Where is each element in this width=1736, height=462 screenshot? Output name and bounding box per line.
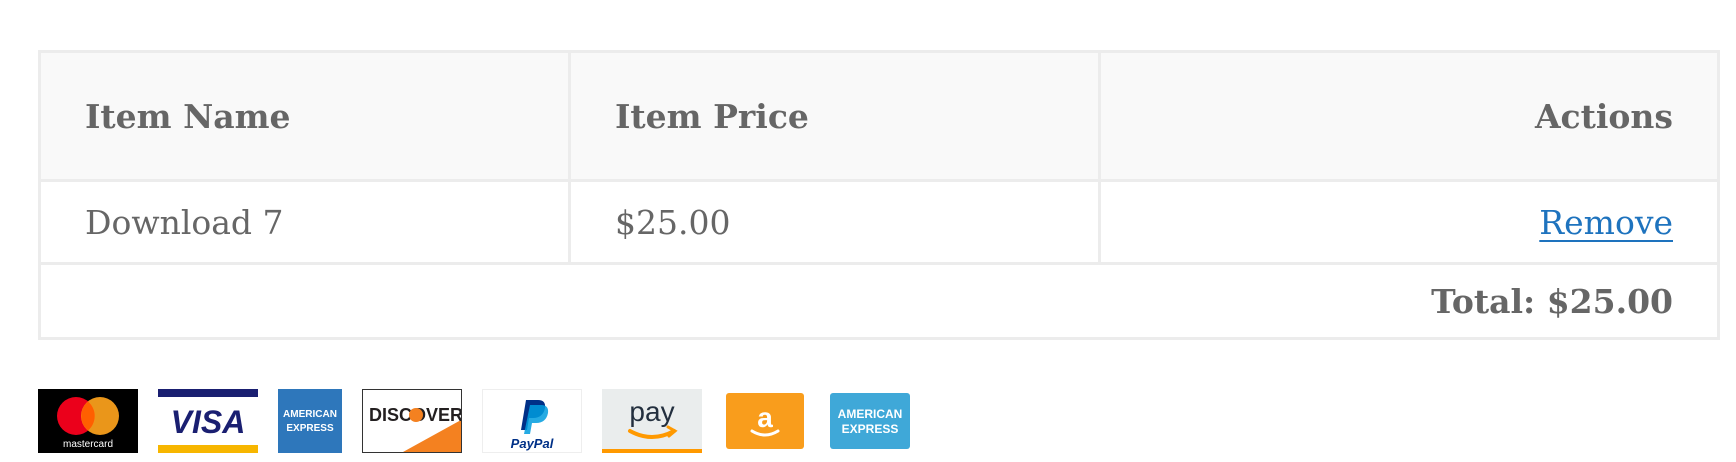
mastercard-label: mastercard <box>63 439 113 450</box>
amazon-icon: a <box>726 393 804 449</box>
mastercard-icon: mastercard <box>38 389 138 453</box>
american-express-icon: AMERICAN EXPRESS <box>278 389 342 453</box>
paypal-label: PayPal <box>511 436 554 451</box>
table-row: Download 7 $25.00 Remove <box>38 179 1720 265</box>
amex-label-2: EXPRESS <box>286 423 334 434</box>
visa-label: VISA <box>171 404 246 440</box>
header-row: Item Name Item Price Actions <box>38 50 1720 182</box>
amazon-pay-label: pay <box>629 396 674 427</box>
header-actions: Actions <box>1098 50 1720 182</box>
remove-link[interactable]: Remove <box>1539 203 1673 242</box>
amazon-pay-icon: pay <box>602 389 702 453</box>
amex2-label-1: AMERICAN <box>838 407 903 421</box>
amazon-label: a <box>757 402 773 433</box>
total-row: Total: $25.00 <box>38 262 1720 340</box>
item-name-cell: Download 7 <box>38 179 571 265</box>
visa-icon: VISA <box>158 389 258 453</box>
cart-table-footer: Total: $25.00 <box>38 262 1720 340</box>
cart-total: Total: $25.00 <box>38 262 1720 340</box>
american-express-icon: AMERICAN EXPRESS <box>830 393 910 449</box>
paypal-icon: PayPal <box>482 389 582 453</box>
header-item-price: Item Price <box>568 50 1101 182</box>
actions-cell: Remove <box>1098 179 1720 265</box>
item-price-cell: $25.00 <box>568 179 1101 265</box>
header-item-name: Item Name <box>38 50 571 182</box>
discover-icon: DISCOVER <box>362 389 462 453</box>
amex-label-1: AMERICAN <box>283 409 337 420</box>
amex2-label-2: EXPRESS <box>842 422 899 436</box>
cart-table-header: Item Name Item Price Actions <box>38 50 1720 182</box>
cart-table: Item Name Item Price Actions Download 7 … <box>38 50 1720 340</box>
cart-table-body: Download 7 $25.00 Remove <box>38 179 1720 265</box>
